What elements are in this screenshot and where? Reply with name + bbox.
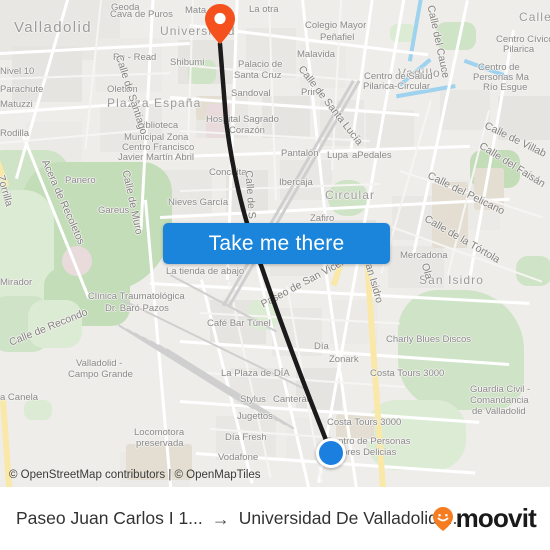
take-me-there-button[interactable]: Take me there	[163, 223, 390, 264]
arrow-right-icon: →	[211, 508, 230, 529]
moovit-logo[interactable]: moovit	[432, 503, 537, 534]
map-attribution[interactable]: © OpenStreetMap contributors | © OpenMap…	[9, 469, 261, 481]
trip-summary[interactable]: Paseo Juan Carlos I 1... → Universidad D…	[16, 508, 457, 529]
map-canvas[interactable]: Valladolid Geoda Cava de Puros Mata La otra U…	[0, 0, 550, 487]
bottom-bar: Paseo Juan Carlos I 1... → Universidad D…	[0, 487, 550, 550]
moovit-trip-screen: Valladolid Geoda Cava de Puros Mata La otra U…	[0, 0, 550, 550]
trip-destination: Universidad De Valladolid ...	[238, 508, 458, 528]
moovit-wordmark: moovit	[455, 503, 537, 533]
moovit-pin-icon	[432, 506, 454, 532]
blue-dot-marker[interactable]	[316, 438, 346, 468]
trip-origin: Paseo Juan Carlos I 1...	[16, 508, 203, 528]
